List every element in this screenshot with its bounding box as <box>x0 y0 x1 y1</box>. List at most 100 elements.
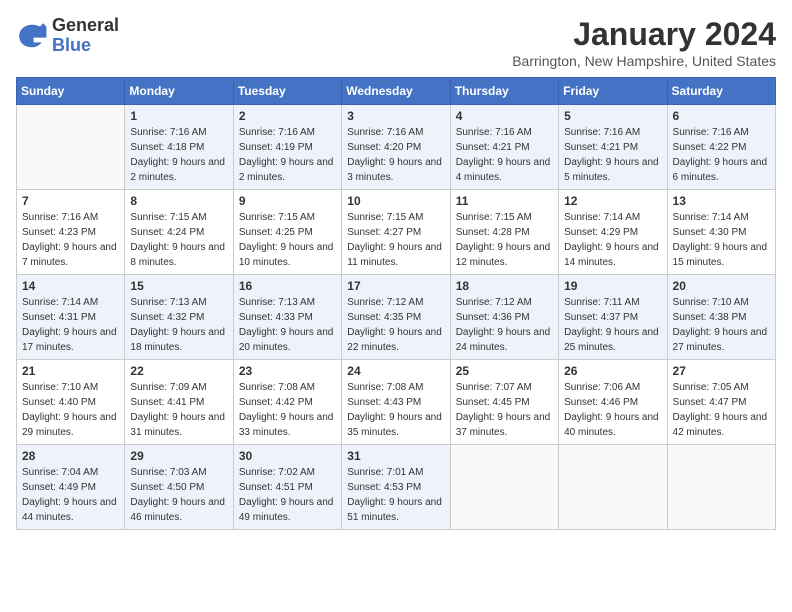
day-number: 17 <box>347 279 444 293</box>
day-number: 29 <box>130 449 227 463</box>
day-info: Sunrise: 7:07 AMSunset: 4:45 PMDaylight:… <box>456 380 553 440</box>
day-info: Sunrise: 7:05 AMSunset: 4:47 PMDaylight:… <box>673 380 770 440</box>
day-number: 7 <box>22 194 119 208</box>
day-info: Sunrise: 7:08 AMSunset: 4:43 PMDaylight:… <box>347 380 444 440</box>
day-info: Sunrise: 7:12 AMSunset: 4:36 PMDaylight:… <box>456 295 553 355</box>
calendar-title: January 2024 <box>512 16 776 53</box>
day-number: 21 <box>22 364 119 378</box>
calendar-cell: 27 Sunrise: 7:05 AMSunset: 4:47 PMDaylig… <box>667 360 775 445</box>
day-info: Sunrise: 7:12 AMSunset: 4:35 PMDaylight:… <box>347 295 444 355</box>
calendar-cell: 7 Sunrise: 7:16 AMSunset: 4:23 PMDayligh… <box>17 190 125 275</box>
calendar-cell: 13 Sunrise: 7:14 AMSunset: 4:30 PMDaylig… <box>667 190 775 275</box>
calendar-cell: 31 Sunrise: 7:01 AMSunset: 4:53 PMDaylig… <box>342 445 450 530</box>
day-info: Sunrise: 7:16 AMSunset: 4:21 PMDaylight:… <box>564 125 661 185</box>
calendar-cell: 23 Sunrise: 7:08 AMSunset: 4:42 PMDaylig… <box>233 360 341 445</box>
calendar-header-row: SundayMondayTuesdayWednesdayThursdayFrid… <box>17 78 776 105</box>
day-number: 24 <box>347 364 444 378</box>
calendar-day-header: Thursday <box>450 78 558 105</box>
calendar-cell: 16 Sunrise: 7:13 AMSunset: 4:33 PMDaylig… <box>233 275 341 360</box>
day-number: 15 <box>130 279 227 293</box>
day-number: 5 <box>564 109 661 123</box>
calendar-table: SundayMondayTuesdayWednesdayThursdayFrid… <box>16 77 776 530</box>
day-number: 26 <box>564 364 661 378</box>
logo-icon <box>16 20 48 52</box>
day-number: 12 <box>564 194 661 208</box>
calendar-cell: 22 Sunrise: 7:09 AMSunset: 4:41 PMDaylig… <box>125 360 233 445</box>
calendar-cell: 18 Sunrise: 7:12 AMSunset: 4:36 PMDaylig… <box>450 275 558 360</box>
day-number: 28 <box>22 449 119 463</box>
day-number: 31 <box>347 449 444 463</box>
day-info: Sunrise: 7:16 AMSunset: 4:19 PMDaylight:… <box>239 125 336 185</box>
day-info: Sunrise: 7:11 AMSunset: 4:37 PMDaylight:… <box>564 295 661 355</box>
day-number: 10 <box>347 194 444 208</box>
day-number: 11 <box>456 194 553 208</box>
day-number: 13 <box>673 194 770 208</box>
day-number: 20 <box>673 279 770 293</box>
calendar-cell: 8 Sunrise: 7:15 AMSunset: 4:24 PMDayligh… <box>125 190 233 275</box>
calendar-cell: 25 Sunrise: 7:07 AMSunset: 4:45 PMDaylig… <box>450 360 558 445</box>
day-info: Sunrise: 7:15 AMSunset: 4:28 PMDaylight:… <box>456 210 553 270</box>
calendar-day-header: Monday <box>125 78 233 105</box>
calendar-cell: 6 Sunrise: 7:16 AMSunset: 4:22 PMDayligh… <box>667 105 775 190</box>
page-header: General Blue January 2024 Barrington, Ne… <box>16 16 776 69</box>
day-number: 4 <box>456 109 553 123</box>
day-info: Sunrise: 7:15 AMSunset: 4:27 PMDaylight:… <box>347 210 444 270</box>
day-number: 23 <box>239 364 336 378</box>
day-number: 30 <box>239 449 336 463</box>
day-number: 2 <box>239 109 336 123</box>
calendar-cell: 29 Sunrise: 7:03 AMSunset: 4:50 PMDaylig… <box>125 445 233 530</box>
day-info: Sunrise: 7:06 AMSunset: 4:46 PMDaylight:… <box>564 380 661 440</box>
calendar-cell: 28 Sunrise: 7:04 AMSunset: 4:49 PMDaylig… <box>17 445 125 530</box>
day-number: 8 <box>130 194 227 208</box>
calendar-day-header: Tuesday <box>233 78 341 105</box>
day-number: 27 <box>673 364 770 378</box>
calendar-cell: 26 Sunrise: 7:06 AMSunset: 4:46 PMDaylig… <box>559 360 667 445</box>
calendar-week-row: 21 Sunrise: 7:10 AMSunset: 4:40 PMDaylig… <box>17 360 776 445</box>
day-info: Sunrise: 7:08 AMSunset: 4:42 PMDaylight:… <box>239 380 336 440</box>
calendar-cell: 30 Sunrise: 7:02 AMSunset: 4:51 PMDaylig… <box>233 445 341 530</box>
logo-text: General Blue <box>52 16 119 56</box>
day-number: 3 <box>347 109 444 123</box>
day-number: 18 <box>456 279 553 293</box>
calendar-cell: 1 Sunrise: 7:16 AMSunset: 4:18 PMDayligh… <box>125 105 233 190</box>
day-number: 19 <box>564 279 661 293</box>
day-info: Sunrise: 7:10 AMSunset: 4:40 PMDaylight:… <box>22 380 119 440</box>
day-info: Sunrise: 7:16 AMSunset: 4:21 PMDaylight:… <box>456 125 553 185</box>
day-info: Sunrise: 7:15 AMSunset: 4:25 PMDaylight:… <box>239 210 336 270</box>
day-number: 6 <box>673 109 770 123</box>
calendar-cell: 19 Sunrise: 7:11 AMSunset: 4:37 PMDaylig… <box>559 275 667 360</box>
day-info: Sunrise: 7:13 AMSunset: 4:32 PMDaylight:… <box>130 295 227 355</box>
calendar-cell: 2 Sunrise: 7:16 AMSunset: 4:19 PMDayligh… <box>233 105 341 190</box>
calendar-cell: 4 Sunrise: 7:16 AMSunset: 4:21 PMDayligh… <box>450 105 558 190</box>
calendar-cell <box>559 445 667 530</box>
calendar-week-row: 7 Sunrise: 7:16 AMSunset: 4:23 PMDayligh… <box>17 190 776 275</box>
day-info: Sunrise: 7:15 AMSunset: 4:24 PMDaylight:… <box>130 210 227 270</box>
calendar-cell: 21 Sunrise: 7:10 AMSunset: 4:40 PMDaylig… <box>17 360 125 445</box>
calendar-cell: 24 Sunrise: 7:08 AMSunset: 4:43 PMDaylig… <box>342 360 450 445</box>
calendar-cell <box>17 105 125 190</box>
day-number: 16 <box>239 279 336 293</box>
calendar-cell <box>667 445 775 530</box>
day-info: Sunrise: 7:02 AMSunset: 4:51 PMDaylight:… <box>239 465 336 525</box>
day-number: 22 <box>130 364 227 378</box>
day-info: Sunrise: 7:16 AMSunset: 4:18 PMDaylight:… <box>130 125 227 185</box>
calendar-cell: 17 Sunrise: 7:12 AMSunset: 4:35 PMDaylig… <box>342 275 450 360</box>
day-number: 25 <box>456 364 553 378</box>
day-info: Sunrise: 7:01 AMSunset: 4:53 PMDaylight:… <box>347 465 444 525</box>
day-number: 1 <box>130 109 227 123</box>
calendar-day-header: Friday <box>559 78 667 105</box>
logo: General Blue <box>16 16 119 56</box>
calendar-day-header: Sunday <box>17 78 125 105</box>
day-info: Sunrise: 7:10 AMSunset: 4:38 PMDaylight:… <box>673 295 770 355</box>
day-info: Sunrise: 7:14 AMSunset: 4:29 PMDaylight:… <box>564 210 661 270</box>
day-info: Sunrise: 7:16 AMSunset: 4:22 PMDaylight:… <box>673 125 770 185</box>
calendar-cell: 5 Sunrise: 7:16 AMSunset: 4:21 PMDayligh… <box>559 105 667 190</box>
day-info: Sunrise: 7:16 AMSunset: 4:23 PMDaylight:… <box>22 210 119 270</box>
calendar-day-header: Saturday <box>667 78 775 105</box>
day-info: Sunrise: 7:09 AMSunset: 4:41 PMDaylight:… <box>130 380 227 440</box>
calendar-cell: 20 Sunrise: 7:10 AMSunset: 4:38 PMDaylig… <box>667 275 775 360</box>
day-info: Sunrise: 7:13 AMSunset: 4:33 PMDaylight:… <box>239 295 336 355</box>
calendar-subtitle: Barrington, New Hampshire, United States <box>512 53 776 69</box>
day-number: 9 <box>239 194 336 208</box>
calendar-day-header: Wednesday <box>342 78 450 105</box>
